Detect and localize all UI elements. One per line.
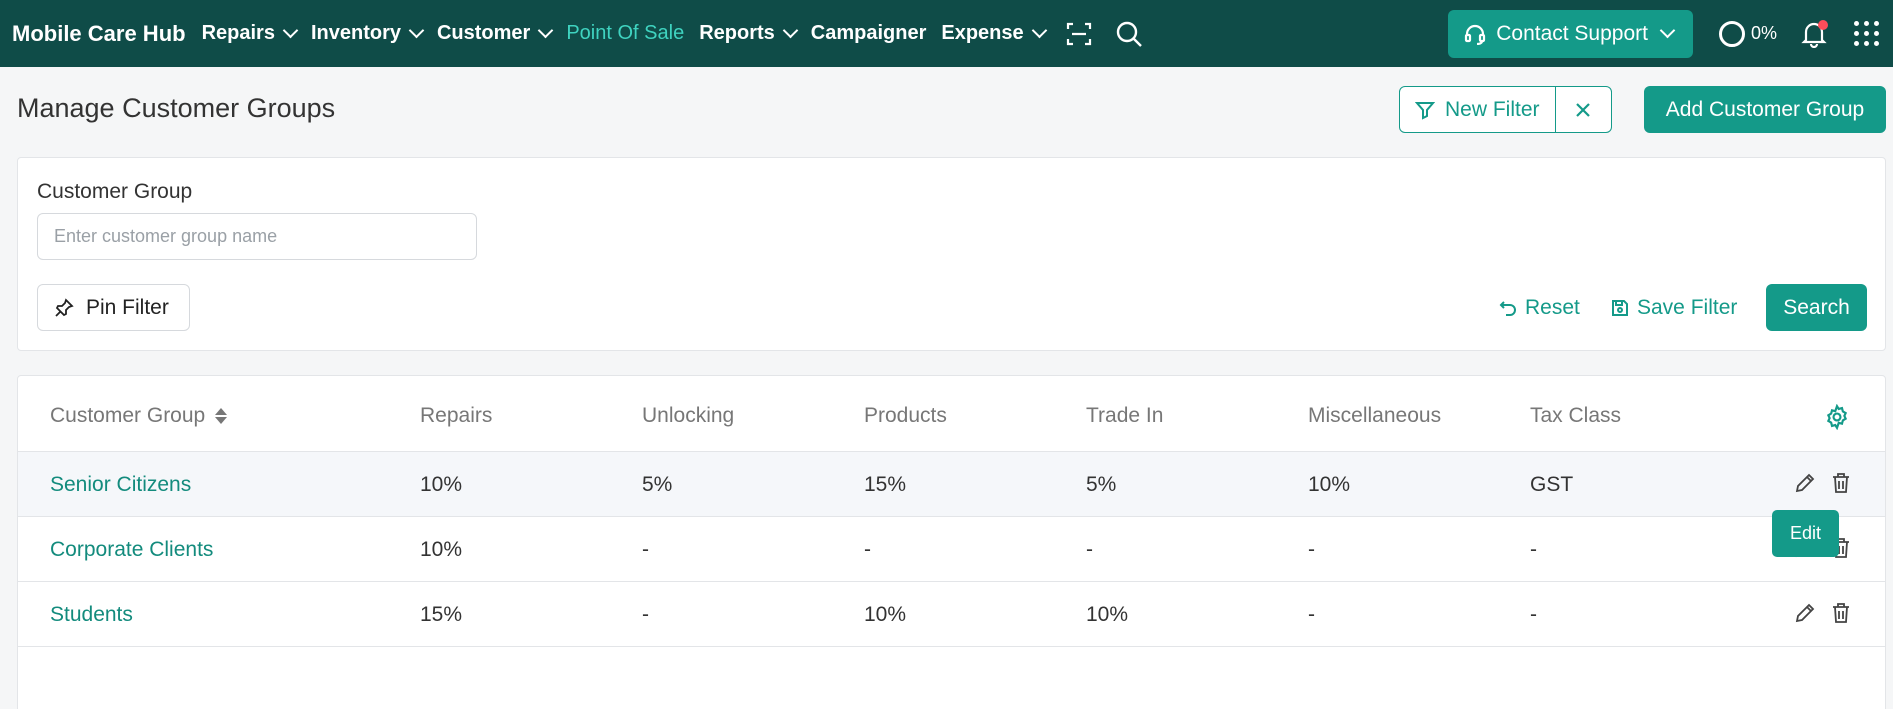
nav-customer-label: Customer <box>436 22 531 44</box>
chevron-down-icon <box>782 22 799 39</box>
table-row: Students 15% - 10% 10% - - <box>18 582 1885 647</box>
table-header: Customer Group Repairs Unlocking Product… <box>18 376 1885 452</box>
column-customer-group[interactable]: Customer Group <box>50 404 228 428</box>
save-icon <box>1612 299 1628 316</box>
brand-logo[interactable]: Mobile Care Hub <box>12 21 186 47</box>
nav-right: Contact Support 0% <box>1448 0 1893 67</box>
headset-icon <box>1465 24 1486 45</box>
edit-pencil-icon[interactable] <box>1794 472 1816 499</box>
cell-tax-class: - <box>1530 538 1537 561</box>
column-products: Products <box>864 404 947 427</box>
progress-indicator[interactable]: 0% <box>1718 20 1777 47</box>
customer-group-label: Customer Group <box>37 180 193 203</box>
sort-icon <box>215 408 228 424</box>
contact-support-label: Contact Support <box>1496 21 1648 45</box>
add-customer-group-button[interactable]: Add Customer Group <box>1644 86 1886 133</box>
nav-inventory-label: Inventory <box>310 22 401 44</box>
column-miscellaneous: Miscellaneous <box>1308 404 1442 427</box>
undo-icon <box>1499 300 1516 316</box>
progress-value: 0% <box>1750 23 1777 43</box>
save-filter-button[interactable]: Save Filter <box>1611 284 1737 331</box>
new-filter-button[interactable]: New Filter <box>1400 87 1556 132</box>
cell-trade-in: 10% <box>1086 603 1129 626</box>
cell-miscellaneous: - <box>1308 538 1315 561</box>
customer-group-name-link[interactable]: Students <box>50 603 133 627</box>
nav-expense-label: Expense <box>941 22 1024 44</box>
scan-icon[interactable] <box>1064 19 1094 49</box>
top-nav: Mobile Care Hub Repairs Inventory Custom… <box>0 0 1893 67</box>
cell-tax-class: - <box>1530 603 1537 626</box>
nav-point-of-sale-label: Point Of Sale <box>566 22 685 44</box>
reset-button[interactable]: Reset <box>1499 284 1580 331</box>
column-settings-gear-icon[interactable] <box>1824 403 1850 435</box>
cell-products: 10% <box>864 603 907 626</box>
column-tax-class: Tax Class <box>1530 404 1622 427</box>
close-icon <box>1576 102 1590 117</box>
notification-dot <box>1818 19 1828 30</box>
cell-trade-in: - <box>1086 538 1093 561</box>
column-customer-group-label: Customer Group <box>50 404 206 427</box>
nav-repairs-label: Repairs <box>201 22 275 44</box>
cell-miscellaneous: 10% <box>1308 473 1351 496</box>
chevron-down-icon <box>1659 22 1676 39</box>
cell-unlocking: - <box>642 538 649 561</box>
nav-campaigner[interactable]: Campaigner <box>811 22 927 45</box>
new-filter-label: New Filter <box>1445 97 1540 121</box>
cell-tax-class: GST <box>1530 473 1574 496</box>
column-trade-in: Trade In <box>1086 404 1164 427</box>
customer-group-input[interactable] <box>37 213 477 260</box>
nav-reports[interactable]: Reports <box>699 22 799 45</box>
edit-tooltip: Edit <box>1772 510 1839 557</box>
pin-filter-button[interactable]: Pin Filter <box>37 284 190 331</box>
clear-filter-button[interactable] <box>1556 87 1611 132</box>
edit-pencil-icon[interactable] <box>1794 602 1816 629</box>
apps-grid-icon[interactable] <box>1851 19 1881 49</box>
cell-unlocking: 5% <box>642 473 673 496</box>
contact-support-button[interactable]: Contact Support <box>1448 9 1693 58</box>
chevron-down-icon <box>1031 22 1047 39</box>
column-repairs: Repairs <box>420 404 493 427</box>
page-title: Manage Customer Groups <box>17 93 336 123</box>
pin-filter-label: Pin Filter <box>86 295 169 319</box>
cell-trade-in: 5% <box>1086 473 1117 496</box>
nav-repairs[interactable]: Repairs <box>201 22 299 45</box>
pin-icon <box>55 297 74 317</box>
cell-repairs: 10% <box>420 473 463 496</box>
nav-reports-label: Reports <box>699 22 775 44</box>
delete-trash-icon[interactable] <box>1830 472 1852 499</box>
progress-ring-icon <box>1718 20 1745 47</box>
nav-campaigner-label: Campaigner <box>810 22 927 44</box>
nav-customer[interactable]: Customer <box>436 22 554 45</box>
main-menu: Repairs Inventory Customer Point Of Sale… <box>202 0 1144 67</box>
cell-unlocking: - <box>642 603 649 626</box>
search-button[interactable]: Search <box>1766 284 1867 331</box>
cell-repairs: 10% <box>420 538 463 561</box>
table-row: Senior Citizens 10% 5% 15% 5% 10% GST <box>18 452 1885 517</box>
customer-groups-table: Customer Group Repairs Unlocking Product… <box>17 375 1886 709</box>
cell-products: - <box>864 538 871 561</box>
search-icon[interactable] <box>1114 19 1144 49</box>
filter-funnel-icon <box>1415 101 1435 120</box>
nav-point-of-sale[interactable]: Point Of Sale <box>566 22 684 45</box>
reset-label: Reset <box>1525 295 1580 319</box>
customer-group-name-link[interactable]: Corporate Clients <box>50 538 213 562</box>
filter-button-group: New Filter <box>1399 86 1612 133</box>
cell-products: 15% <box>864 473 907 496</box>
filter-card: Customer Group Pin Filter Reset Save Fil… <box>17 157 1886 351</box>
table-row: Corporate Clients 10% - - - - - <box>18 517 1885 582</box>
chevron-down-icon <box>282 22 299 39</box>
nav-expense[interactable]: Expense <box>941 22 1047 45</box>
notifications-button[interactable] <box>1799 19 1829 49</box>
nav-inventory[interactable]: Inventory <box>310 22 425 45</box>
cell-repairs: 15% <box>420 603 463 626</box>
column-unlocking: Unlocking <box>642 404 735 427</box>
chevron-down-icon <box>408 22 425 39</box>
cell-miscellaneous: - <box>1308 603 1315 626</box>
customer-group-name-link[interactable]: Senior Citizens <box>50 473 191 497</box>
chevron-down-icon <box>538 22 554 39</box>
save-filter-label: Save Filter <box>1637 295 1738 319</box>
delete-trash-icon[interactable] <box>1830 602 1852 629</box>
